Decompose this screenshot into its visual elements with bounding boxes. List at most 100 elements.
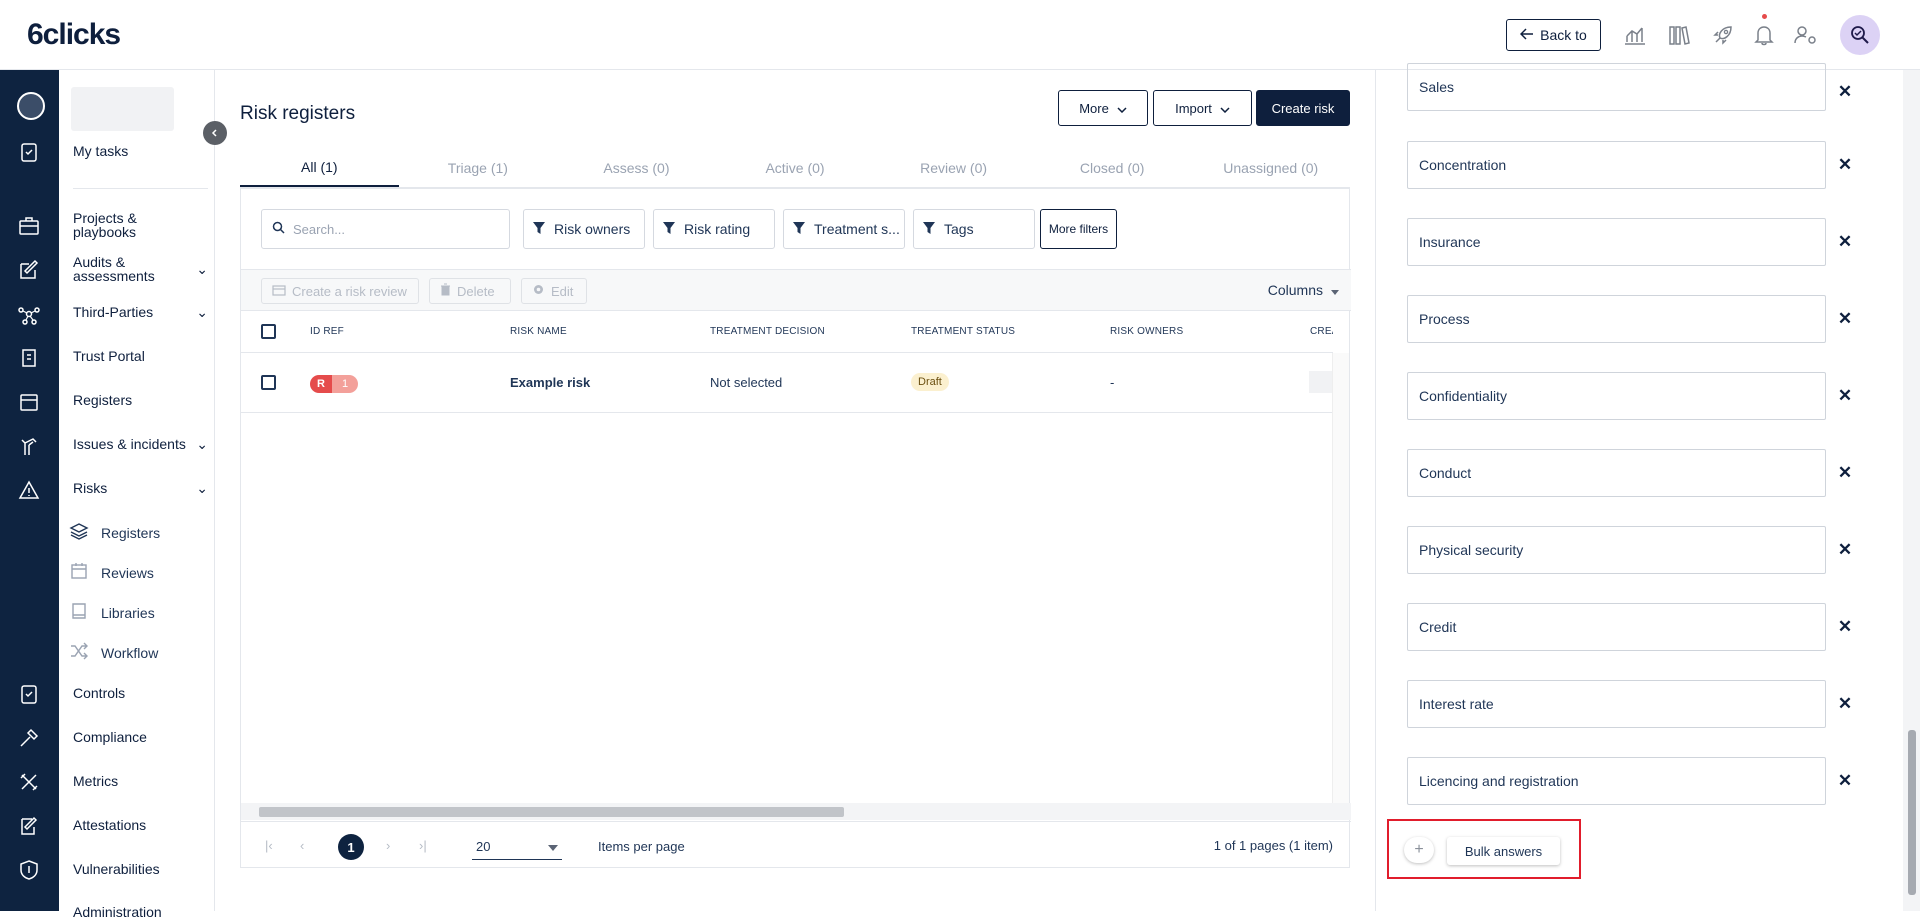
col-treatment-status[interactable]: TREATMENT STATUS [911, 326, 1015, 337]
panel-scrollbar[interactable] [1903, 70, 1920, 911]
nav-risks-libraries[interactable]: Libraries [69, 602, 155, 623]
controls-icon[interactable] [15, 680, 43, 708]
col-created[interactable]: CREATED [1310, 326, 1333, 337]
delete-button[interactable]: Delete [429, 278, 511, 304]
remove-answer-icon[interactable]: ✕ [1833, 769, 1857, 793]
add-answer-button[interactable]: + [1404, 837, 1434, 863]
scrollbar-thumb[interactable] [1908, 730, 1916, 895]
remove-answer-icon[interactable]: ✕ [1833, 80, 1857, 104]
col-id-ref[interactable]: ID REF [310, 326, 344, 337]
nav-metrics[interactable]: Metrics [73, 774, 208, 788]
prev-page-icon[interactable]: ‹ [300, 838, 304, 853]
tab-review[interactable]: Review (0) [874, 148, 1033, 187]
nav-compliance[interactable]: Compliance [73, 730, 208, 744]
answer-field[interactable]: Physical security [1407, 526, 1826, 574]
remove-answer-icon[interactable]: ✕ [1833, 307, 1857, 331]
answer-field[interactable]: Conduct [1407, 449, 1826, 497]
more-button[interactable]: More [1058, 90, 1148, 126]
app-logo[interactable]: 6clicks [27, 18, 121, 52]
more-filters-button[interactable]: More filters [1040, 209, 1117, 249]
create-risk-button[interactable]: Create risk [1256, 90, 1350, 126]
nav-audits[interactable]: Audits & assessments ⌄ [73, 255, 208, 283]
nav-risks-reviews[interactable]: Reviews [69, 562, 154, 583]
answer-field[interactable]: Insurance [1407, 218, 1826, 266]
back-button[interactable]: Back to [1506, 19, 1601, 51]
portal-icon[interactable] [15, 344, 43, 372]
nav-vulnerabilities[interactable]: Vulnerabilities [73, 862, 208, 876]
col-treatment-decision[interactable]: TREATMENT DECISION [710, 326, 825, 337]
nav-attestations[interactable]: Attestations [73, 818, 208, 832]
shield-icon[interactable] [15, 856, 43, 884]
col-risk-owners[interactable]: RISK OWNERS [1110, 326, 1183, 337]
tab-closed[interactable]: Closed (0) [1033, 148, 1192, 187]
workspace-avatar[interactable] [17, 92, 45, 120]
col-risk-name[interactable]: RISK NAME [510, 326, 567, 337]
table-row[interactable]: R 1 Example risk Not selected Draft - [241, 353, 1333, 413]
last-page-icon[interactable]: ›| [419, 838, 427, 853]
row-checkbox[interactable] [261, 375, 276, 390]
remove-answer-icon[interactable]: ✕ [1833, 615, 1857, 639]
nav-risks[interactable]: Risks ⌄ [73, 481, 208, 495]
scrollbar-thumb[interactable] [259, 807, 844, 817]
answer-field[interactable]: Confidentiality [1407, 372, 1826, 420]
select-all-checkbox[interactable] [261, 324, 276, 339]
nav-my-tasks[interactable]: My tasks [73, 144, 208, 158]
edit-icon[interactable] [15, 256, 43, 284]
import-button[interactable]: Import [1153, 90, 1252, 126]
nav-third-parties[interactable]: Third-Parties ⌄ [73, 305, 208, 319]
search-input[interactable]: Search... [261, 209, 510, 249]
nav-administration[interactable]: Administration [73, 905, 208, 919]
first-page-icon[interactable]: |‹ [265, 838, 273, 853]
remove-answer-icon[interactable]: ✕ [1833, 230, 1857, 254]
registers-icon[interactable] [15, 388, 43, 416]
remove-answer-icon[interactable]: ✕ [1833, 153, 1857, 177]
nav-controls[interactable]: Controls [73, 686, 208, 700]
tab-assess[interactable]: Assess (0) [557, 148, 716, 187]
issues-icon[interactable] [15, 432, 43, 460]
risk-name-link[interactable]: Example risk [510, 375, 590, 390]
answer-field[interactable]: Concentration [1407, 141, 1826, 189]
nav-risks-registers[interactable]: Registers [69, 522, 160, 543]
current-page[interactable]: 1 [338, 834, 364, 860]
library-icon[interactable] [1664, 20, 1694, 50]
remove-answer-icon[interactable]: ✕ [1833, 461, 1857, 485]
answer-field[interactable]: Process [1407, 295, 1826, 343]
answer-field[interactable]: Credit [1407, 603, 1826, 651]
answer-field[interactable]: Sales [1407, 63, 1826, 111]
hammer-icon[interactable] [15, 724, 43, 752]
nav-trust-portal[interactable]: Trust Portal [73, 349, 208, 363]
table-horizontal-scrollbar[interactable] [241, 803, 1351, 820]
filter-treatment-status[interactable]: Treatment s... [783, 209, 905, 249]
briefcase-icon[interactable] [15, 212, 43, 240]
filter-tags[interactable]: Tags [913, 209, 1035, 249]
answer-field[interactable]: Interest rate [1407, 680, 1826, 728]
tab-unassigned[interactable]: Unassigned (0) [1191, 148, 1350, 187]
nav-projects[interactable]: Projects & playbooks [73, 211, 153, 239]
remove-answer-icon[interactable]: ✕ [1833, 692, 1857, 716]
items-per-page-select[interactable]: 20 [472, 834, 562, 860]
tab-all[interactable]: All (1) [240, 148, 399, 187]
tab-triage[interactable]: Triage (1) [399, 148, 558, 187]
rocket-icon[interactable] [1708, 20, 1738, 50]
user-settings-icon[interactable] [1791, 20, 1821, 50]
create-risk-review-button[interactable]: Create a risk review [261, 278, 419, 304]
nav-risks-workflow[interactable]: Workflow [69, 642, 158, 663]
nav-registers[interactable]: Registers [73, 393, 208, 407]
bulk-answers-button[interactable]: Bulk answers [1447, 837, 1560, 865]
next-page-icon[interactable]: › [386, 838, 390, 853]
columns-dropdown[interactable]: Columns [1268, 282, 1339, 298]
remove-answer-icon[interactable]: ✕ [1833, 384, 1857, 408]
tab-active[interactable]: Active (0) [716, 148, 875, 187]
nav-issues[interactable]: Issues & incidents ⌄ [73, 437, 208, 451]
attestation-icon[interactable] [15, 812, 43, 840]
filter-risk-owners[interactable]: Risk owners [523, 209, 645, 249]
answer-field[interactable]: Licencing and registration [1407, 757, 1826, 805]
user-avatar[interactable] [1840, 15, 1880, 55]
edit-button[interactable]: Edit [521, 278, 587, 304]
bell-icon[interactable] [1749, 20, 1779, 50]
warning-icon[interactable] [15, 476, 43, 504]
tasks-icon[interactable] [15, 138, 43, 166]
tools-icon[interactable] [15, 768, 43, 796]
network-icon[interactable] [15, 300, 43, 328]
table-vertical-scrollbar[interactable] [1332, 353, 1349, 803]
